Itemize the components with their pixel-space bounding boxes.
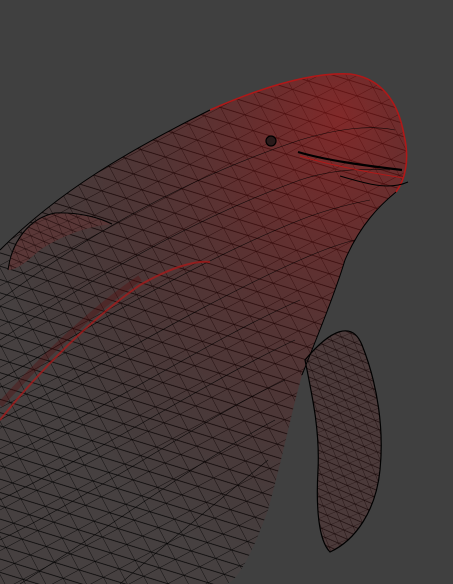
3d-viewport[interactable]	[0, 0, 453, 584]
dolphin-wireframe	[0, 73, 409, 584]
dolphin-body	[0, 73, 407, 584]
eye-icon	[265, 135, 277, 147]
